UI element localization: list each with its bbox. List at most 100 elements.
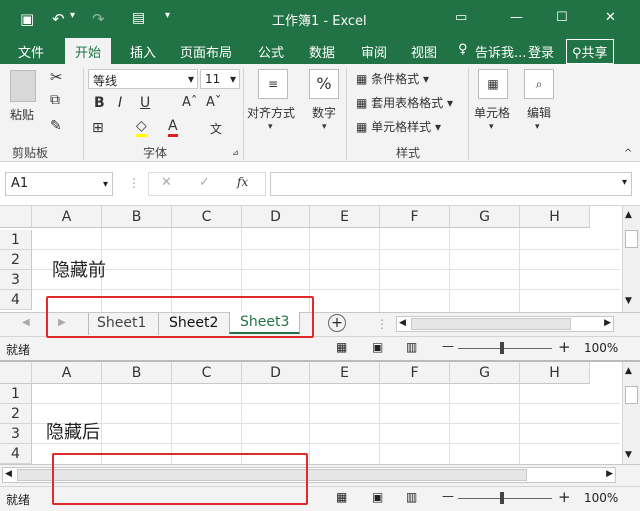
number-format-button[interactable]: 数字 bbox=[312, 104, 336, 121]
paste-icon[interactable] bbox=[10, 70, 36, 102]
page-break-view-icon[interactable]: ▥ bbox=[406, 490, 417, 504]
column-header[interactable]: E bbox=[310, 206, 380, 228]
formula-input[interactable]: ▾ bbox=[270, 172, 632, 196]
scroll-down-icon[interactable]: ▼ bbox=[625, 296, 632, 306]
maximize-icon[interactable]: ☐ bbox=[556, 10, 568, 25]
column-header[interactable]: B bbox=[102, 362, 172, 384]
zoom-slider[interactable] bbox=[458, 348, 552, 349]
zoom-level[interactable]: 100% bbox=[584, 341, 618, 355]
collapse-ribbon-icon[interactable]: ^ bbox=[624, 148, 632, 159]
borders-icon[interactable]: ⊞ bbox=[92, 120, 104, 136]
cells-button[interactable]: 单元格 bbox=[474, 104, 510, 121]
italic-button[interactable]: I bbox=[118, 95, 122, 111]
tab-insert[interactable]: 插入 bbox=[130, 42, 156, 61]
cells-icon[interactable]: ▦ bbox=[478, 69, 508, 99]
font-size-select[interactable]: 11 ▾ bbox=[200, 69, 240, 89]
column-header[interactable]: C bbox=[172, 206, 242, 228]
column-header[interactable]: D bbox=[242, 362, 310, 384]
redo-icon[interactable]: ↷ bbox=[92, 10, 105, 28]
scroll-left-icon[interactable]: ◀ bbox=[5, 469, 12, 479]
tab-review[interactable]: 审阅 bbox=[361, 42, 387, 61]
form-icon[interactable]: ▤ bbox=[132, 10, 145, 26]
zoom-out-icon[interactable]: — bbox=[442, 489, 454, 503]
page-break-view-icon[interactable]: ▥ bbox=[406, 340, 417, 354]
column-header[interactable]: H bbox=[520, 362, 590, 384]
zoom-slider-thumb[interactable] bbox=[500, 342, 504, 354]
row-header[interactable]: 2 bbox=[0, 404, 32, 424]
decrease-font-icon[interactable]: Aˇ bbox=[206, 95, 221, 110]
page-layout-view-icon[interactable]: ▣ bbox=[372, 340, 383, 354]
tab-file[interactable]: 文件 bbox=[18, 42, 44, 61]
select-all[interactable] bbox=[0, 362, 32, 384]
vertical-scrollbar[interactable]: ▲ ▼ bbox=[622, 362, 640, 466]
zoom-slider-thumb[interactable] bbox=[500, 492, 504, 504]
name-box[interactable]: A1 ▾ bbox=[5, 172, 113, 196]
tab-splitter-icon[interactable]: ⋮ bbox=[376, 317, 388, 331]
percent-icon[interactable]: % bbox=[309, 69, 339, 99]
scroll-thumb[interactable] bbox=[625, 230, 638, 248]
insert-function-icon[interactable]: fx bbox=[237, 175, 248, 189]
editing-button[interactable]: 编辑 bbox=[527, 104, 551, 121]
scroll-up-icon[interactable]: ▲ bbox=[625, 366, 632, 376]
zoom-level[interactable]: 100% bbox=[584, 491, 618, 505]
prev-sheet-icon[interactable]: ◀ bbox=[22, 317, 30, 328]
column-header[interactable]: A bbox=[32, 206, 102, 228]
row-header[interactable]: 1 bbox=[0, 384, 32, 404]
close-icon[interactable]: ✕ bbox=[605, 10, 616, 25]
share-button[interactable]: ⚲共享 bbox=[566, 39, 614, 64]
zoom-slider[interactable] bbox=[458, 498, 552, 499]
normal-view-icon[interactable]: ▦ bbox=[336, 340, 347, 354]
tab-home[interactable]: 开始 bbox=[65, 38, 112, 64]
select-all[interactable] bbox=[0, 206, 32, 228]
underline-button[interactable]: U bbox=[140, 95, 150, 111]
undo-dropdown-icon[interactable]: ▾ bbox=[70, 10, 75, 21]
tab-formulas[interactable]: 公式 bbox=[258, 42, 284, 61]
search-icon[interactable]: ⌕ bbox=[524, 69, 554, 99]
format-as-table-button[interactable]: ▦ 套用表格格式 ▾ bbox=[356, 94, 453, 111]
tab-page-layout[interactable]: 页面布局 bbox=[180, 42, 232, 61]
tab-view[interactable]: 视图 bbox=[411, 42, 437, 61]
fill-color-icon[interactable]: ◇ bbox=[136, 118, 147, 137]
font-color-icon[interactable]: A bbox=[168, 118, 178, 137]
column-header[interactable]: E bbox=[310, 362, 380, 384]
format-painter-icon[interactable]: ✎ bbox=[50, 118, 62, 134]
zoom-in-icon[interactable]: + bbox=[558, 338, 571, 356]
alignment-button[interactable]: 对齐方式 bbox=[247, 104, 295, 121]
customize-qat-icon[interactable]: ▾ bbox=[165, 10, 170, 21]
phonetic-icon[interactable]: 文 bbox=[210, 120, 222, 137]
column-header[interactable]: F bbox=[380, 206, 450, 228]
column-header[interactable]: A bbox=[32, 362, 102, 384]
normal-view-icon[interactable]: ▦ bbox=[336, 490, 347, 504]
horizontal-scrollbar[interactable]: ◀ ▶ bbox=[396, 316, 614, 332]
new-sheet-icon[interactable]: + bbox=[328, 314, 346, 332]
column-header[interactable]: B bbox=[102, 206, 172, 228]
minimize-icon[interactable]: — bbox=[510, 10, 523, 25]
row-header[interactable]: 4 bbox=[0, 290, 32, 310]
copy-icon[interactable]: ⧉ bbox=[50, 92, 60, 108]
scroll-right-icon[interactable]: ▶ bbox=[606, 469, 613, 479]
scroll-thumb[interactable] bbox=[625, 386, 638, 404]
sign-in-link[interactable]: 登录 bbox=[528, 42, 554, 61]
row-header[interactable]: 4 bbox=[0, 444, 32, 464]
hscroll-thumb[interactable] bbox=[411, 318, 571, 330]
cut-icon[interactable]: ✂ bbox=[50, 68, 63, 86]
cell-styles-button[interactable]: ▦ 单元格样式 ▾ bbox=[356, 118, 441, 135]
column-header[interactable]: H bbox=[520, 206, 590, 228]
paste-button[interactable]: 粘贴 bbox=[10, 106, 34, 123]
font-dialog-launcher-icon[interactable]: ⊿ bbox=[232, 148, 239, 157]
page-layout-view-icon[interactable]: ▣ bbox=[372, 490, 383, 504]
row-header[interactable]: 3 bbox=[0, 424, 32, 444]
undo-icon[interactable]: ↶ bbox=[52, 10, 65, 28]
align-icon[interactable]: ≡ bbox=[258, 69, 288, 99]
zoom-in-icon[interactable]: + bbox=[558, 488, 571, 506]
cancel-icon[interactable]: ✕ bbox=[161, 175, 172, 190]
increase-font-icon[interactable]: Aˆ bbox=[182, 95, 197, 110]
column-header[interactable]: G bbox=[450, 362, 520, 384]
column-header[interactable]: G bbox=[450, 206, 520, 228]
row-header[interactable]: 3 bbox=[0, 270, 32, 290]
font-name-select[interactable]: 等线 ▾ bbox=[88, 69, 198, 89]
scroll-left-icon[interactable]: ◀ bbox=[399, 318, 406, 328]
tab-data[interactable]: 数据 bbox=[309, 42, 335, 61]
conditional-format-button[interactable]: ▦ 条件格式 ▾ bbox=[356, 70, 429, 87]
column-header[interactable]: C bbox=[172, 362, 242, 384]
